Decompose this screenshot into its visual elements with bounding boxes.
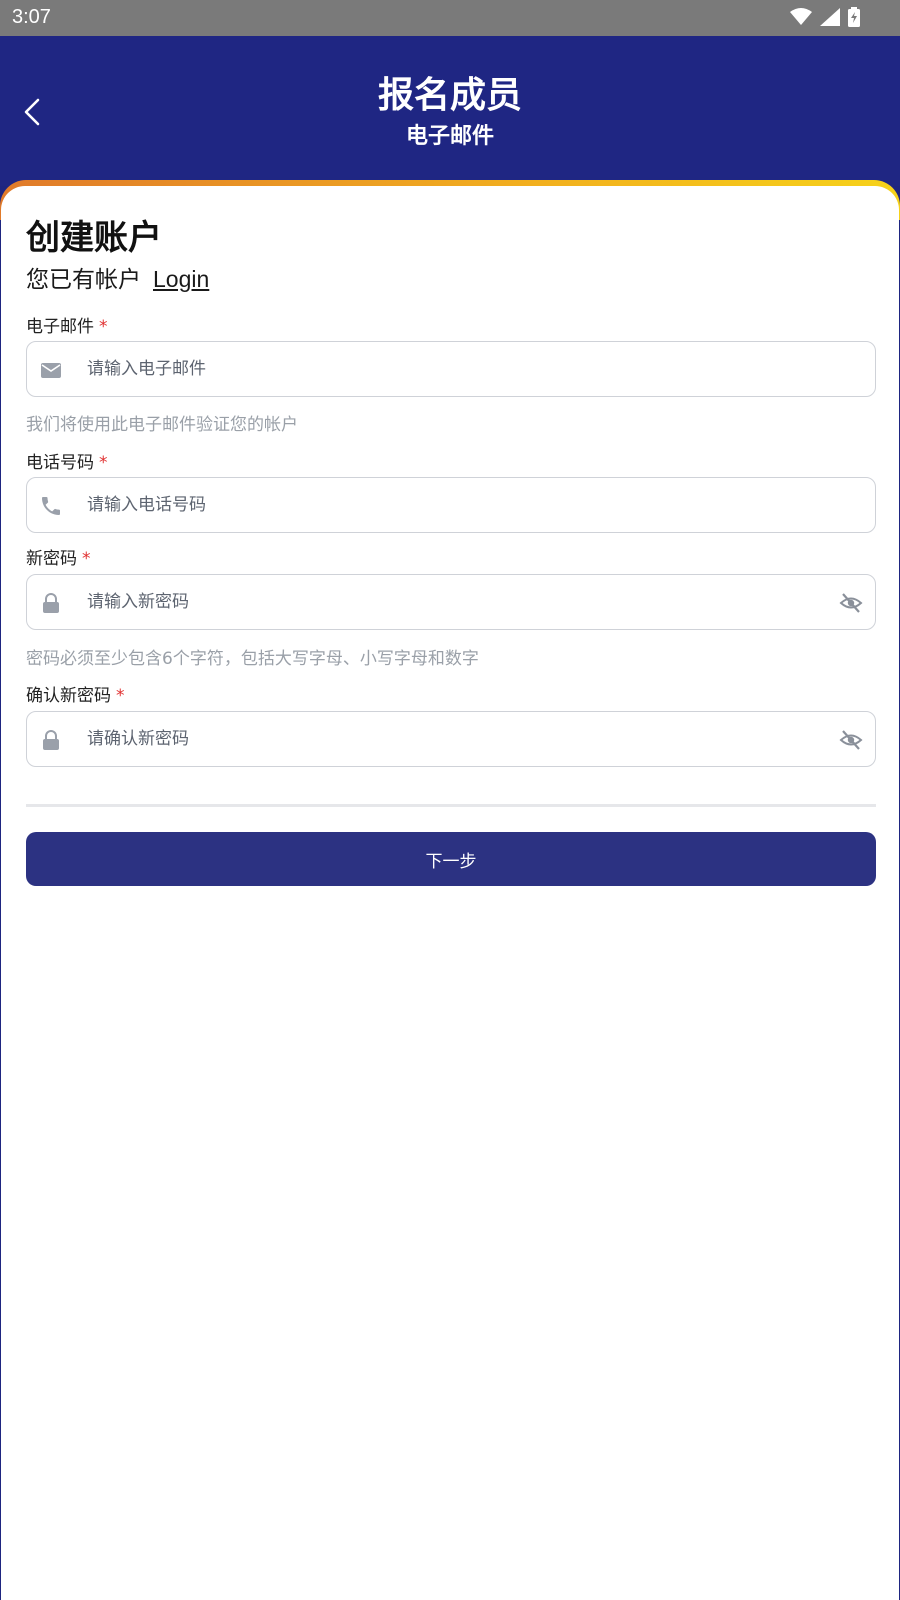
have-account-text: 您已有帐户: [26, 267, 141, 293]
new-password-input[interactable]: [87, 575, 787, 629]
eye-slash-icon[interactable]: [839, 728, 863, 752]
phone-label: 电话号码 *: [26, 448, 108, 473]
status-time: 3:07: [12, 6, 51, 28]
new-password-label: 新密码 *: [26, 544, 91, 569]
status-bar: 3:07: [0, 0, 900, 36]
login-row: 您已有帐户 Login: [26, 260, 209, 294]
envelope-icon: [41, 363, 61, 378]
eye-slash-icon[interactable]: [839, 591, 863, 615]
phone-field[interactable]: [26, 477, 876, 533]
status-icons: [790, 7, 860, 27]
confirm-password-field[interactable]: [26, 711, 876, 767]
form-card: 创建账户 您已有帐户Login 电子邮件* 我们将使用此电子邮件验证您的帐户 电…: [1, 186, 899, 1600]
app-header: 报名成员 电子邮件: [0, 36, 900, 186]
required-mark: *: [116, 686, 125, 706]
page-title: 创建账户: [26, 218, 162, 258]
wifi-icon: [790, 8, 812, 25]
confirm-password-label-text: 确认新密码: [26, 686, 111, 706]
next-button[interactable]: 下一步: [26, 832, 876, 886]
cell-signal-icon: [820, 8, 840, 26]
email-helper-text: 我们将使用此电子邮件验证您的帐户: [26, 415, 298, 435]
phone-label-text: 电话号码: [26, 453, 94, 473]
email-label: 电子邮件 *: [26, 312, 108, 337]
phone-input[interactable]: [87, 478, 787, 532]
required-mark: *: [99, 453, 108, 473]
required-mark: *: [99, 317, 108, 337]
header-title: 报名成员: [377, 75, 522, 116]
new-password-label-text: 新密码: [26, 549, 77, 569]
required-mark: *: [82, 549, 91, 569]
header-subtitle: 电子邮件: [405, 124, 494, 149]
phone-icon: [42, 497, 60, 515]
password-helper-text: 密码必须至少包含6个字符，包括大写字母、小写字母和数字: [26, 649, 479, 669]
lock-icon: [43, 730, 59, 750]
email-field[interactable]: [26, 341, 876, 397]
new-password-field[interactable]: [26, 574, 876, 630]
login-link[interactable]: Login: [153, 266, 209, 292]
lock-icon: [43, 593, 59, 613]
divider: [26, 804, 876, 807]
email-label-text: 电子邮件: [26, 317, 94, 337]
confirm-password-label: 确认新密码 *: [26, 681, 125, 706]
email-input[interactable]: [87, 342, 787, 396]
battery-icon: [848, 7, 860, 27]
confirm-password-input[interactable]: [87, 712, 787, 766]
